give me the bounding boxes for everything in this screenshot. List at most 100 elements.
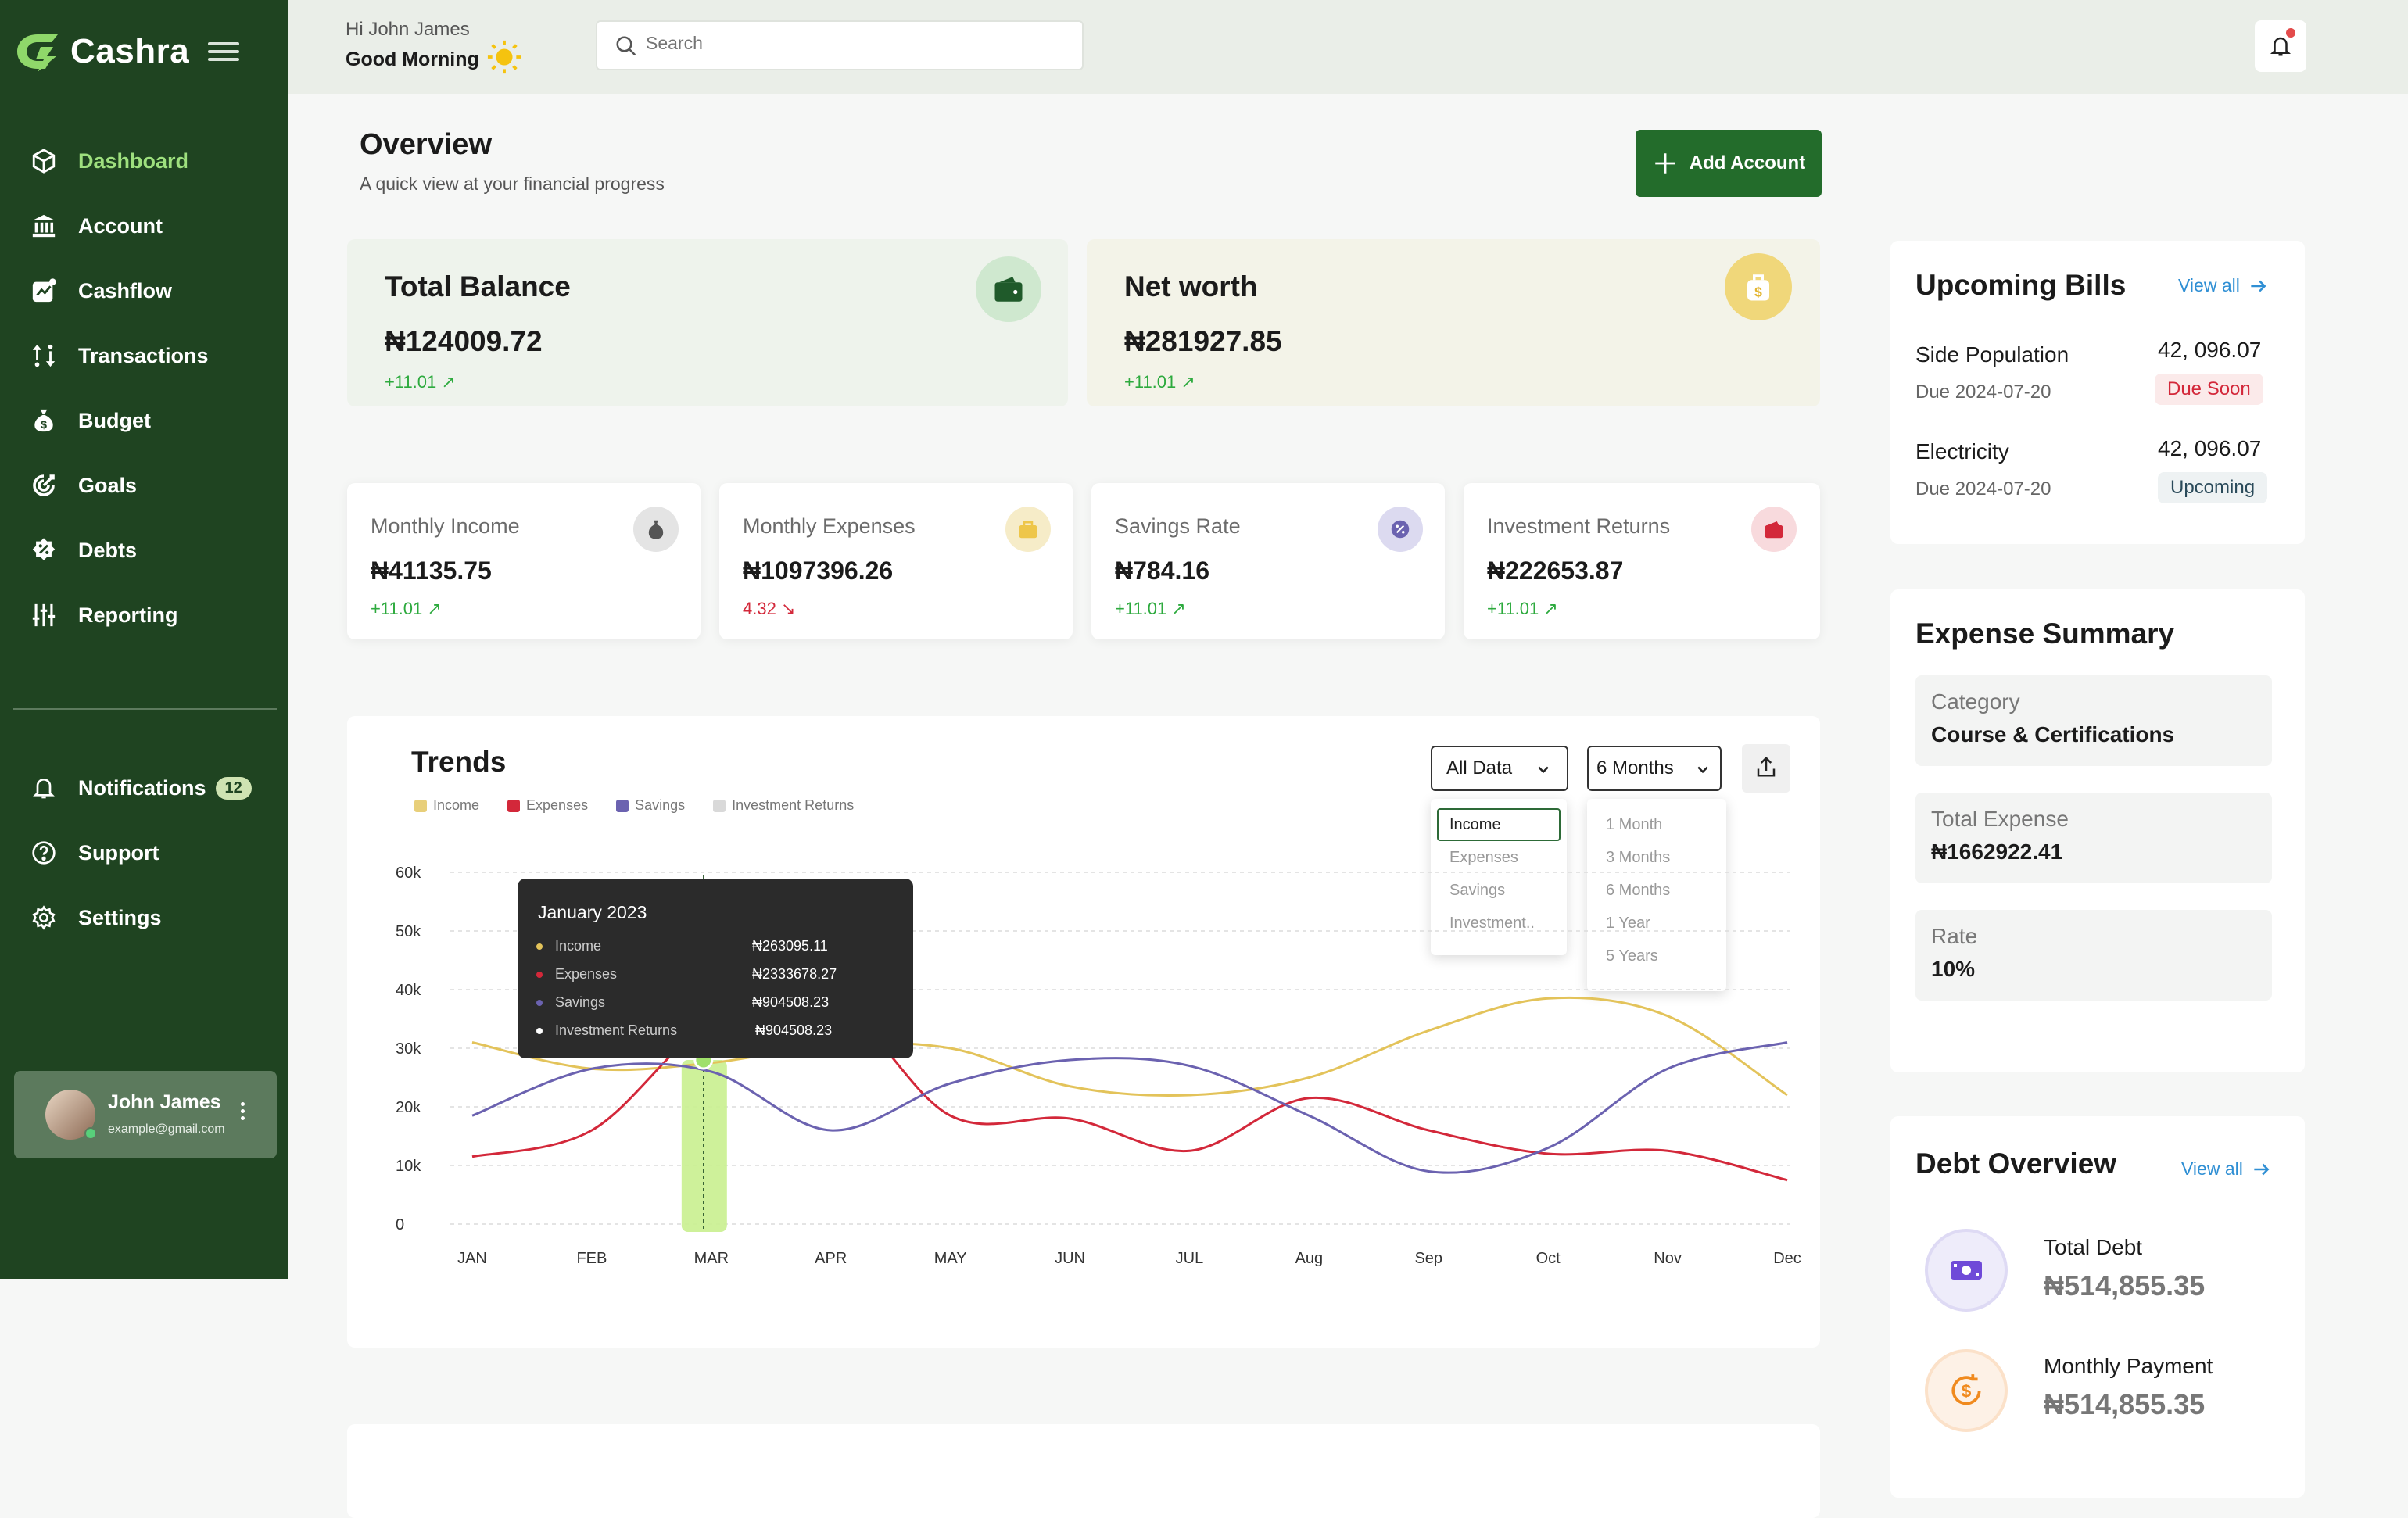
bill-amount: 42, 096.07	[2158, 338, 2261, 363]
data-option-expenses[interactable]: Expenses	[1431, 841, 1567, 874]
status-badge: Upcoming	[2158, 472, 2267, 503]
stat-card-monthly-income: Monthly Income ₦41135.75 +11.01 ↗	[347, 483, 701, 639]
add-account-label: Add Account	[1690, 152, 1805, 174]
sun-icon	[486, 39, 522, 75]
sidebar-item-cashflow[interactable]: Cashflow	[30, 267, 172, 314]
chart-tooltip: January 2023 Income ₦263095.11 Expenses …	[518, 879, 913, 1058]
bottom-card	[347, 1424, 1820, 1518]
period-option-1-year[interactable]: 1 Year	[1587, 907, 1726, 940]
greeting-text: Hi John James	[346, 19, 470, 41]
cash-icon	[1925, 1229, 2008, 1312]
period-filter-dropdown[interactable]: 6 Months	[1587, 746, 1722, 791]
bills-view-all-link[interactable]: View all	[2178, 275, 2268, 296]
card-label: Total Balance	[385, 270, 571, 303]
summary-key: Total Expense	[1931, 807, 2069, 832]
sidebar-item-notifications[interactable]: Notifications 12	[30, 764, 252, 811]
debt-label: Monthly Payment	[2044, 1354, 2213, 1379]
add-account-button[interactable]: Add Account	[1636, 130, 1822, 197]
data-option-investment[interactable]: Investment..	[1431, 907, 1567, 940]
more-options-icon[interactable]	[241, 1102, 249, 1120]
arrow-right-icon	[2251, 1159, 2271, 1180]
stat-card-savings-rate: Savings Rate ₦784.16 +11.01 ↗	[1091, 483, 1445, 639]
stat-card-monthly-expenses: Monthly Expenses ₦1097396.26 4.32 ↘	[719, 483, 1073, 639]
export-button[interactable]	[1742, 744, 1790, 793]
expense-category-box: Category Course & Certifications	[1915, 675, 2272, 766]
tooltip-value: ₦904508.23	[755, 1022, 832, 1039]
card-value: ₦281927.85	[1124, 325, 1282, 358]
tooltip-row: Investment Returns	[536, 1022, 677, 1039]
svg-text:$: $	[1754, 284, 1762, 299]
debt-view-all-link[interactable]: View all	[2181, 1158, 2271, 1180]
trend-up-icon: ↗	[441, 372, 455, 392]
card-change: +11.01 ↗	[1124, 372, 1195, 392]
online-status-dot	[84, 1127, 97, 1140]
summary-key: Category	[1931, 689, 2020, 714]
money-bag-icon: $	[1725, 253, 1792, 320]
notification-button[interactable]	[2255, 20, 2306, 72]
search-input[interactable]	[646, 33, 1068, 54]
legend-income[interactable]: Income	[414, 797, 479, 814]
sidebar-divider	[13, 708, 277, 710]
sidebar-item-label: Account	[78, 214, 163, 238]
sidebar-item-transactions[interactable]: Transactions	[30, 332, 209, 379]
data-filter-dropdown[interactable]: All Data	[1431, 746, 1568, 791]
period-option-1-month[interactable]: 1 Month	[1587, 808, 1726, 841]
brand-logo[interactable]: Cashra	[14, 31, 189, 72]
sidebar-item-dashboard[interactable]: Dashboard	[30, 138, 188, 184]
notification-dot	[2286, 28, 2295, 38]
tooltip-value: ₦904508.23	[752, 994, 829, 1011]
period-option-6-months[interactable]: 6 Months	[1587, 874, 1726, 907]
sidebar-item-support[interactable]: Support	[30, 829, 159, 876]
card-label: Net worth	[1124, 270, 1258, 303]
sidebar-item-goals[interactable]: Goals	[30, 462, 137, 509]
tooltip-row: Expenses	[536, 966, 617, 983]
legend-savings[interactable]: Savings	[616, 797, 685, 814]
trend-up-icon: ↗	[1171, 599, 1185, 618]
wallet-icon	[976, 256, 1041, 322]
rate-box: Rate 10%	[1915, 910, 2272, 1001]
bill-due-date: Due 2024-07-20	[1915, 478, 2051, 500]
expense-summary-title: Expense Summary	[1915, 618, 2174, 650]
user-name: John James	[108, 1091, 221, 1114]
card-value: ₦124009.72	[385, 325, 543, 358]
svg-text:$: $	[41, 419, 47, 431]
bill-name: Side Population	[1915, 342, 2069, 367]
search-bar[interactable]	[596, 20, 1084, 70]
period-option-3-months[interactable]: 3 Months	[1587, 841, 1726, 874]
data-filter-menu: Income Expenses Savings Investment..	[1431, 799, 1567, 955]
stat-change: +11.01 ↗	[1487, 599, 1558, 619]
chart-legend: Income Expenses Savings Investment Retur…	[414, 797, 882, 814]
stat-value: ₦1097396.26	[743, 557, 893, 585]
sliders-icon	[30, 601, 58, 629]
sidebar-item-budget[interactable]: $ Budget	[30, 397, 151, 444]
data-option-savings[interactable]: Savings	[1431, 874, 1567, 907]
stat-change: +11.01 ↗	[1115, 599, 1186, 619]
data-option-income[interactable]: Income	[1437, 808, 1561, 841]
sidebar-item-account[interactable]: Account	[30, 202, 163, 249]
legend-investment-returns[interactable]: Investment Returns	[713, 797, 854, 814]
total-expense-box: Total Expense ₦1662922.41	[1915, 793, 2272, 883]
briefcase-icon	[1005, 507, 1051, 552]
stat-value: ₦41135.75	[371, 557, 492, 585]
help-icon	[30, 839, 58, 867]
stat-label: Savings Rate	[1115, 514, 1241, 539]
sidebar-item-reporting[interactable]: Reporting	[30, 592, 178, 639]
sidebar-item-debts[interactable]: Debts	[30, 527, 137, 574]
stat-label: Monthly Expenses	[743, 514, 916, 539]
sidebar-item-settings[interactable]: Settings	[30, 894, 162, 941]
user-profile-card[interactable]: John James example@gmail.com	[14, 1071, 277, 1158]
percent-badge-icon	[30, 536, 58, 564]
trends-title: Trends	[411, 746, 506, 779]
legend-expenses[interactable]: Expenses	[507, 797, 588, 814]
salutation-text: Good Morning	[346, 48, 479, 71]
sidebar-item-label: Support	[78, 841, 159, 865]
wallet-icon	[1751, 507, 1797, 552]
user-email: example@gmail.com	[108, 1122, 225, 1137]
debt-overview-card: Debt Overview View all Total Debt ₦514,8…	[1890, 1116, 2305, 1498]
period-option-5-years[interactable]: 5 Years	[1587, 940, 1726, 972]
debt-label: Total Debt	[2044, 1235, 2142, 1260]
bill-due-date: Due 2024-07-20	[1915, 381, 2051, 403]
stat-label: Investment Returns	[1487, 514, 1670, 539]
menu-toggle-icon[interactable]	[208, 42, 239, 64]
bell-icon	[30, 774, 58, 802]
